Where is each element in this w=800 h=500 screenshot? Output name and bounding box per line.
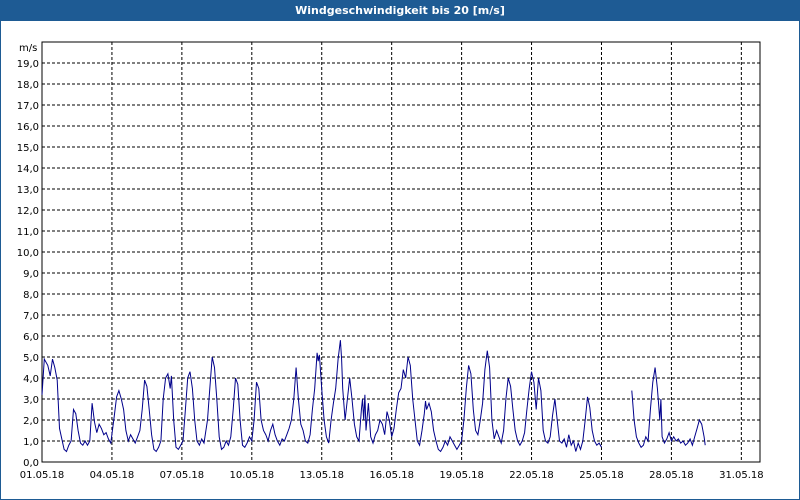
y-tick-label: 7,0 bbox=[23, 311, 39, 322]
y-tick-label: 8,0 bbox=[23, 290, 39, 301]
y-tick-label: 0,0 bbox=[23, 458, 39, 469]
y-tick-label: 3,0 bbox=[23, 395, 39, 406]
x-tick-label: 25.05.18 bbox=[579, 470, 624, 481]
y-tick-label: 16,0 bbox=[17, 122, 39, 133]
y-axis-ticks: 0,0 1,0 2,0 3,0 4,0 5,0 6,0 7,0 8,0 9,0 10,0 11,0 12… bbox=[17, 59, 39, 469]
line-chart: 0,0 1,0 2,0 3,0 4,0 5,0 6,0 7,0 8,0 9,0 10,0 11,0 12… bbox=[17, 41, 764, 481]
x-tick-label: 16.05.18 bbox=[369, 470, 414, 481]
y-tick-label: 15,0 bbox=[17, 143, 39, 154]
y-tick-label: 2,0 bbox=[23, 416, 39, 427]
chart-window: Windgeschwindigkeit bis 20 [m/s] 0,0 1,0 2… bbox=[0, 0, 800, 500]
y-tick-label: 6,0 bbox=[23, 332, 39, 343]
y-tick-label: 12,0 bbox=[17, 206, 39, 217]
y-tick-label: 14,0 bbox=[17, 164, 39, 175]
x-tick-label: 04.05.18 bbox=[90, 470, 135, 481]
y-tick-label: 4,0 bbox=[23, 374, 39, 385]
y-tick-label: 17,0 bbox=[17, 101, 39, 112]
x-tick-label: 19.05.18 bbox=[439, 470, 484, 481]
y-tick-label: 13,0 bbox=[17, 185, 39, 196]
x-tick-label: 07.05.18 bbox=[160, 470, 205, 481]
y-tick-label: 18,0 bbox=[17, 80, 39, 91]
x-tick-label: 22.05.18 bbox=[509, 470, 554, 481]
x-tick-label: 31.05.18 bbox=[719, 470, 764, 481]
x-tick-label: 01.05.18 bbox=[20, 470, 65, 481]
y-tick-label: 9,0 bbox=[23, 269, 39, 280]
y-axis-label: m/s bbox=[19, 43, 37, 54]
y-tick-label: 19,0 bbox=[17, 59, 39, 70]
y-tick-label: 11,0 bbox=[17, 227, 39, 238]
x-tick-label: 10.05.18 bbox=[230, 470, 275, 481]
y-tick-label: 1,0 bbox=[23, 437, 39, 448]
y-tick-label: 5,0 bbox=[23, 353, 39, 364]
y-tick-label: 10,0 bbox=[17, 248, 39, 259]
x-axis-ticks: 01.05.18 04.05.18 07.05.18 10.05.18 13.05.18… bbox=[20, 470, 764, 481]
x-tick-label: 28.05.18 bbox=[649, 470, 694, 481]
x-tick-label: 13.05.18 bbox=[299, 470, 344, 481]
